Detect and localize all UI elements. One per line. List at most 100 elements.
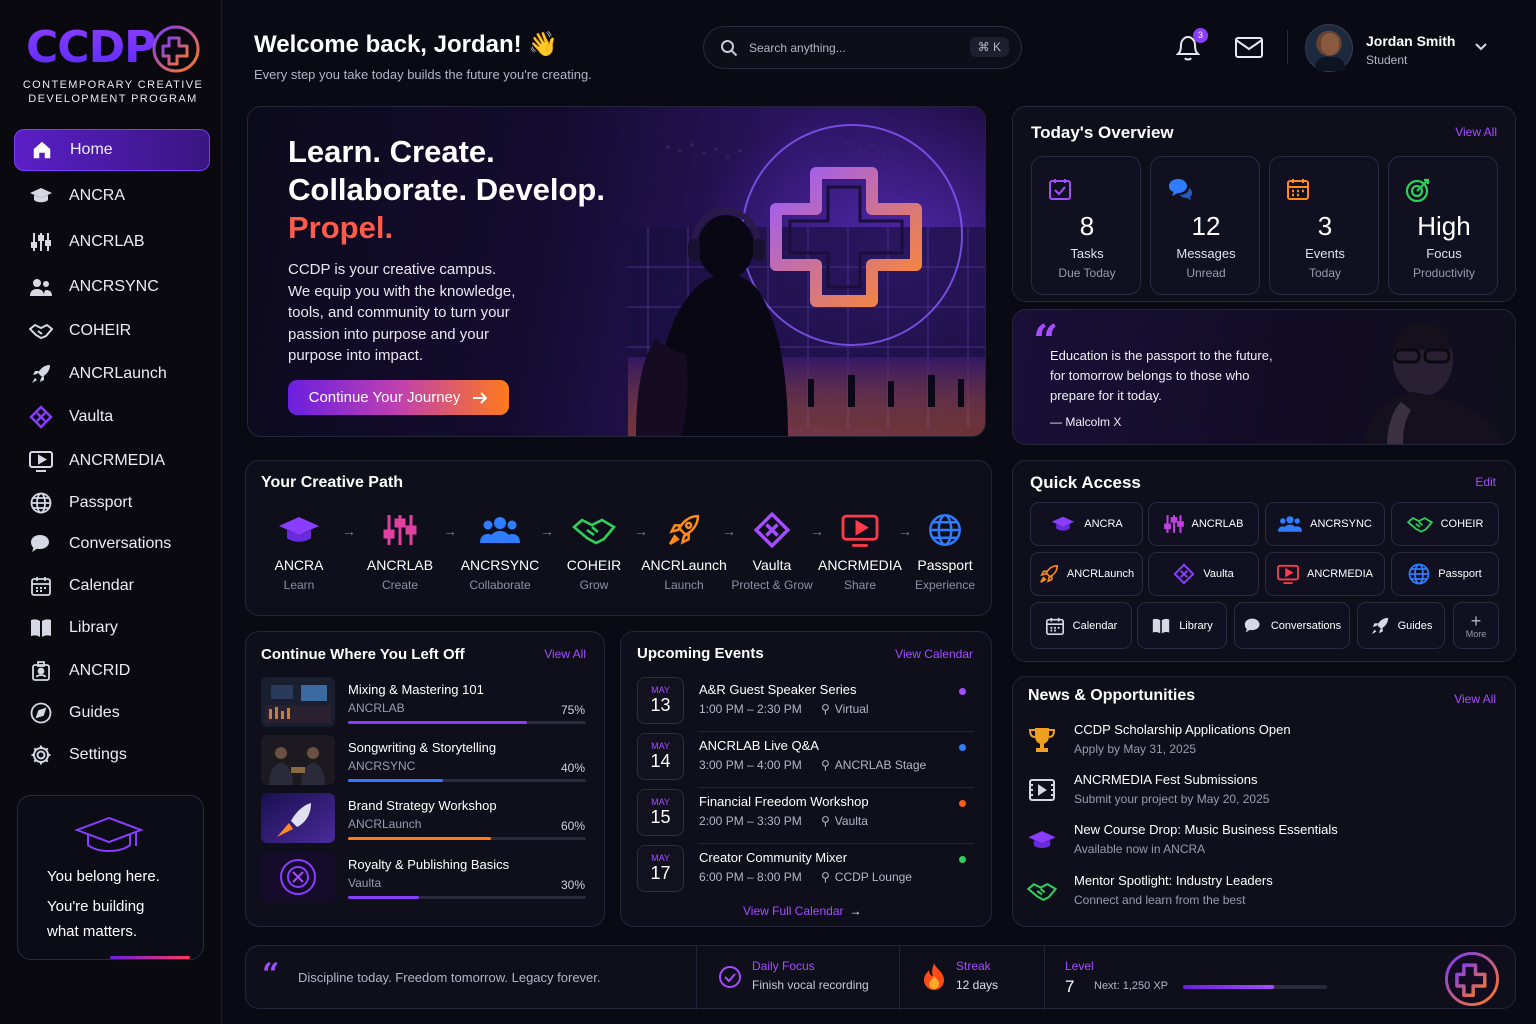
sidebar-item-coheir[interactable]: COHEIR [14,310,210,352]
event-status-dot [959,856,966,863]
overview-label: Tasks [1070,246,1104,261]
news-item[interactable]: CCDP Scholarship Applications Open Apply… [1027,722,1497,764]
quote-card: “ Education is the passport to the futur… [1012,309,1516,445]
event-item[interactable]: MAY 17 Creator Community Mixer 6:00 PM –… [637,845,974,895]
course-thumbnail [261,852,335,902]
home-icon [30,138,54,162]
news-item[interactable]: New Course Drop: Music Business Essentia… [1027,822,1497,864]
search-input[interactable]: Search anything... [749,41,846,55]
sidebar-item-vaulta[interactable]: Vaulta [14,396,210,438]
event-item[interactable]: MAY 14 ANCRLAB Live Q&A 3:00 PM – 4:00 P… [637,733,974,788]
quick-ancrsync[interactable]: ANCRSYNC [1265,502,1385,546]
quick-ancra[interactable]: ANCRA [1030,502,1143,546]
course-item[interactable]: Royalty & Publishing Basics Vaulta 30% [261,852,587,904]
quick-passport[interactable]: Passport [1391,552,1499,596]
quick-more[interactable]: + More [1453,602,1499,649]
sidebar-item-settings[interactable]: Settings [14,734,210,776]
creative-path-card: Your Creative Path ANCRA Learn → ANCRLAB… [245,460,992,616]
event-month: MAY [651,797,670,807]
sidebar-item-ancrlaunch[interactable]: ANCRLaunch [14,353,210,395]
overview-view-all-link[interactable]: View All [1455,125,1497,139]
footer-strip: “ Discipline today. Freedom tomorrow. Le… [245,945,1516,1010]
sidebar-item-library[interactable]: Library [14,607,210,649]
sidebar-item-ancrsync[interactable]: ANCRSYNC [14,266,210,308]
overview-label: Events [1305,246,1345,261]
quick-access-label: Calendar [1072,619,1118,632]
course-item[interactable]: Mixing & Mastering 101 ANCRLAB 75% [261,677,587,729]
view-full-calendar-link[interactable]: View Full Calendar → [743,904,862,918]
trophy-icon [1027,726,1057,754]
path-step-ancra[interactable]: ANCRA Learn [254,511,344,592]
course-item[interactable]: Songwriting & Storytelling ANCRSYNC 40% [261,735,587,787]
quick-access-label: ANCRLaunch [1066,568,1135,580]
quick-access-label: ANCRSYNC [1310,518,1372,530]
avatar[interactable] [1305,24,1353,72]
search-bar[interactable]: Search anything... ⌘ K [703,26,1022,69]
brand-logo[interactable]: CCDP [26,24,156,72]
sidebar-item-ancrid[interactable]: ANCRID [14,650,210,692]
calendar-icon [1045,616,1065,636]
news-item[interactable]: Mentor Spotlight: Industry Leaders Conne… [1027,873,1497,915]
quick-conversations[interactable]: Conversations [1234,602,1350,649]
path-step-coheir[interactable]: COHEIR Grow [549,511,639,592]
overview-sublabel: Today [1308,266,1342,280]
quote-line: Education is the passport to the future, [1050,348,1273,363]
brand-subtitle-line: DEVELOPMENT PROGRAM [28,93,198,105]
path-step-vaulta[interactable]: Vaulta Protect & Grow [727,511,817,592]
gear-icon [29,743,53,767]
news-view-all-link[interactable]: View All [1454,692,1496,706]
chevron-down-icon[interactable] [1475,43,1487,51]
quick-ancrlab[interactable]: ANCRLAB [1148,502,1259,546]
course-module: ANCRLAB [348,701,405,715]
quick-access-edit-link[interactable]: Edit [1475,475,1496,489]
quick-ancrmedia[interactable]: ANCRMEDIA [1265,552,1385,596]
continue-view-all-link[interactable]: View All [544,647,586,661]
overview-tile-tasks[interactable]: 8 Tasks Due Today [1031,156,1141,295]
overview-tile-messages[interactable]: 12 Messages Unread [1150,156,1260,295]
daily-focus-value[interactable]: Finish vocal recording [752,978,869,992]
hero-description-line: purpose into impact. [288,347,424,364]
quick-coheir[interactable]: COHEIR [1391,502,1499,546]
sidebar-item-ancrlab[interactable]: ANCRLAB [14,221,210,263]
continue-journey-button[interactable]: Continue Your Journey [288,380,509,415]
sidebar-item-passport[interactable]: Passport [14,482,210,524]
divider [699,787,974,788]
event-date: MAY 13 [637,677,684,724]
sidebar-item-label: Conversations [69,535,172,552]
path-step-ancrlaunch[interactable]: ANCRLaunch Launch [639,511,729,592]
path-step-ancrmedia[interactable]: ANCRMEDIA Share [815,511,905,592]
event-item[interactable]: MAY 13 A&R Guest Speaker Series 1:00 PM … [637,677,974,732]
quick-calendar[interactable]: Calendar [1030,602,1132,649]
course-item[interactable]: Brand Strategy Workshop ANCRLaunch 60% [261,793,587,845]
path-step-ancrlab[interactable]: ANCRLAB Create [355,511,445,592]
event-item[interactable]: MAY 15 Financial Freedom Workshop 2:00 P… [637,789,974,844]
overview-tile-events[interactable]: 3 Events Today [1269,156,1379,295]
view-calendar-link[interactable]: View Calendar [895,647,973,661]
quick-access-label: ANCRA [1084,518,1123,530]
sidebar-item-label: ANCRLAB [69,233,145,250]
level-value: 7 [1065,977,1075,996]
globe-icon [1408,563,1430,585]
brand-emblem-icon[interactable] [1443,950,1501,1008]
sidebar-item-guides[interactable]: Guides [14,692,210,734]
sidebar-item-calendar[interactable]: Calendar [14,565,210,607]
quick-vaulta[interactable]: Vaulta [1148,552,1259,596]
event-status-dot [959,688,966,695]
sidebar-item-home[interactable]: Home [14,129,210,171]
sidebar-item-conversations[interactable]: Conversations [14,523,210,565]
quick-guides[interactable]: Guides [1357,602,1445,649]
quick-ancrlaunch[interactable]: ANCRLaunch [1030,552,1143,596]
news-item[interactable]: ANCRMEDIA Fest Submissions Submit your p… [1027,772,1497,814]
path-step-ancrsync[interactable]: ANCRSYNC Collaborate [455,511,545,592]
path-step-passport[interactable]: Passport Experience [900,511,990,592]
quick-library[interactable]: Library [1137,602,1227,649]
sidebar-item-ancra[interactable]: ANCRA [14,175,210,217]
sidebar-item-label: Home [70,141,113,158]
sidebar-item-ancrmedia[interactable]: ANCRMEDIA [14,440,210,482]
user-name[interactable]: Jordan Smith [1366,33,1455,49]
event-title: Creator Community Mixer [699,850,848,865]
chat-icon [1243,617,1263,635]
overview-tile-focus[interactable]: High Focus Productivity [1388,156,1498,295]
mail-icon[interactable] [1234,36,1264,60]
notifications-button[interactable]: 3 [1173,28,1208,64]
